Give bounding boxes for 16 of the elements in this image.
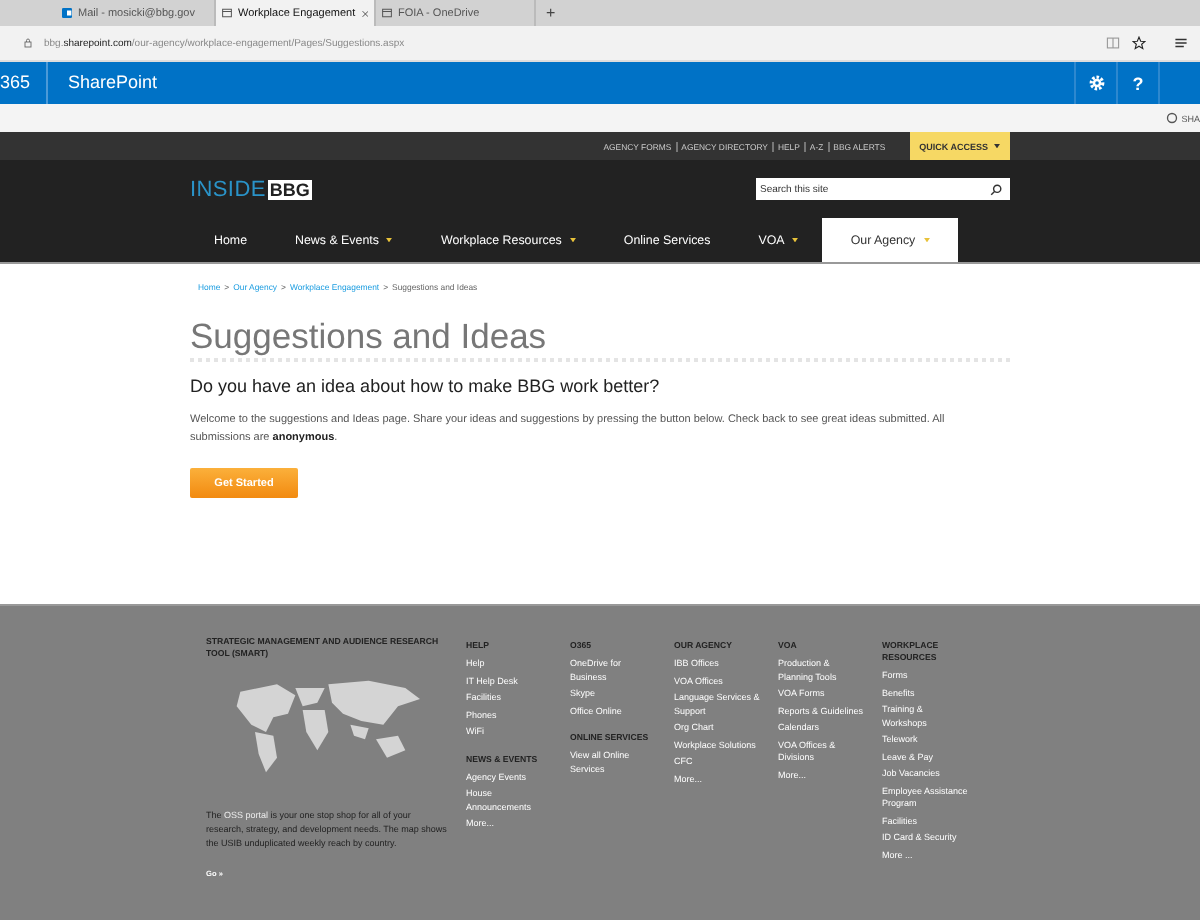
page-icon xyxy=(382,8,392,18)
settings-icon xyxy=(1087,74,1105,92)
search-icon[interactable] xyxy=(990,183,1002,195)
new-tab-button[interactable]: + xyxy=(536,0,566,26)
caret-icon xyxy=(994,143,1000,149)
share-icon xyxy=(1165,112,1178,124)
close-icon[interactable] xyxy=(361,9,368,17)
page-icon xyxy=(222,8,232,18)
page-title: Suggestions and Ideas xyxy=(190,316,549,356)
site-logo[interactable]: INSIDE BBG xyxy=(190,177,312,201)
page-subtitle: Do you have an idea about how to make BBG work better? xyxy=(190,376,662,396)
mail-icon xyxy=(62,8,72,18)
star-icon[interactable] xyxy=(1132,36,1146,50)
app-title[interactable]: SharePoint xyxy=(48,62,158,104)
lock-icon xyxy=(24,38,32,48)
menu-icon[interactable] xyxy=(1174,36,1188,50)
